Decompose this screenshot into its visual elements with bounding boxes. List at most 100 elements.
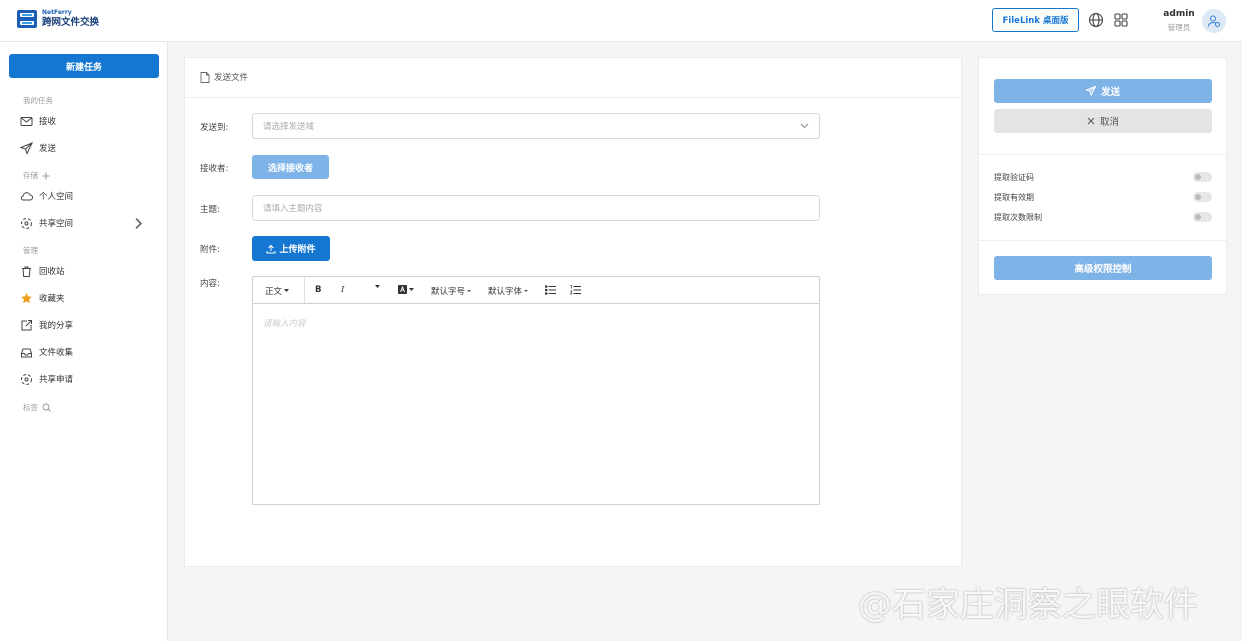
section-manage: 管理 — [23, 245, 38, 256]
verification-code-toggle[interactable] — [1193, 172, 1212, 182]
sidebar-item-send[interactable]: 发送 — [20, 138, 155, 158]
toolbar-divider — [304, 277, 305, 303]
send-options-panel: 发送 取消 提取验证码 提取有效期 提取次数限制 高级权限控制 — [978, 57, 1227, 295]
numbered-list-button[interactable] — [570, 285, 581, 295]
text-color-dropdown[interactable] — [375, 285, 380, 289]
editor-toolbar: 正文 B I 默认字号 默认字体 — [253, 277, 819, 304]
send-icon — [20, 141, 33, 155]
globe-icon[interactable] — [1088, 12, 1104, 28]
caret-down-icon — [409, 287, 414, 291]
sidebar-item-label: 共享申请 — [39, 375, 74, 385]
section-tags: 标签 — [23, 402, 51, 413]
rich-text-editor[interactable]: 正文 B I 默认字号 默认字体 请输入内容 — [252, 276, 820, 505]
sidebar-item-share-request[interactable]: 共享申请 — [20, 369, 155, 389]
sidebar-item-label: 共享空间 — [39, 219, 74, 229]
advanced-permission-button[interactable]: 高级权限控制 — [994, 256, 1212, 280]
caret-down-icon — [375, 285, 380, 288]
caret-down-icon — [284, 289, 290, 292]
send-button-label: 发送 — [1100, 87, 1120, 98]
top-header: NetFerry 跨网文件交换 FileLink 桌面版 admin 管理员 — [0, 0, 1242, 42]
new-task-button[interactable]: 新建任务 — [9, 54, 159, 78]
option-label: 提取验证码 — [994, 172, 1034, 182]
file-icon — [200, 71, 210, 83]
section-manage-label: 管理 — [23, 246, 38, 255]
font-family-dropdown[interactable]: 默认字体 — [488, 285, 529, 297]
sidebar: 新建任务 我的任务 接收 发送 存储 个人空间 共享空间 管理 回收站 收藏夹 … — [0, 42, 168, 641]
send-to-label: 发送到: — [200, 123, 229, 133]
subject-input[interactable]: 请填入主题内容 — [252, 195, 820, 221]
attachment-label: 附件: — [200, 245, 220, 255]
caret-down-icon — [524, 290, 529, 292]
close-icon — [1087, 117, 1095, 125]
section-my-tasks-label: 我的任务 — [23, 96, 53, 105]
send-button[interactable]: 发送 — [994, 79, 1212, 103]
send-icon — [1085, 86, 1096, 96]
filelink-desktop-button[interactable]: FileLink 桌面版 — [992, 8, 1079, 32]
page-title-text: 发送文件 — [214, 73, 249, 83]
sidebar-item-label: 文件收集 — [39, 348, 74, 358]
sidebar-item-label: 收藏夹 — [39, 294, 65, 304]
chevron-right-icon[interactable] — [132, 217, 145, 230]
sidebar-item-file-collection[interactable]: 文件收集 — [20, 342, 155, 362]
option-verification-code: 提取验证码 — [994, 170, 1212, 184]
sidebar-item-personal-space[interactable]: 个人空间 — [20, 186, 155, 206]
font-size-label: 默认字号 — [431, 287, 466, 297]
paragraph-style-label: 正文 — [265, 287, 283, 297]
apps-grid-icon[interactable] — [1113, 12, 1129, 28]
italic-button[interactable]: I — [341, 285, 344, 295]
sidebar-item-label: 我的分享 — [39, 321, 74, 331]
chevron-down-icon — [800, 123, 809, 129]
upload-icon — [266, 244, 276, 253]
section-tags-label: 标签 — [23, 403, 38, 412]
content-label: 内容: — [200, 279, 220, 289]
avatar[interactable] — [1202, 9, 1226, 33]
tag-search-icon[interactable] — [42, 403, 51, 412]
upload-attachment-label: 上传附件 — [279, 245, 316, 255]
option-download-limit: 提取次数限制 — [994, 210, 1212, 224]
cloud-icon — [20, 191, 33, 200]
logo-english-name: NetFerry — [42, 9, 72, 17]
inbox-icon — [21, 348, 32, 357]
logo-chinese-name: 跨网文件交换 — [42, 17, 100, 29]
sidebar-item-favorites[interactable]: 收藏夹 — [20, 288, 155, 308]
app-logo[interactable]: NetFerry 跨网文件交换 — [16, 9, 99, 29]
sidebar-item-shared-space[interactable]: 共享空间 — [20, 213, 155, 233]
background-color-dropdown[interactable] — [398, 285, 414, 294]
page-title: 发送文件 — [200, 71, 248, 83]
send-file-panel: 发送文件 发送到: 请选择发送域 接收者: 选择接收者 主题: 请填入主题内容 … — [184, 57, 962, 567]
sidebar-item-label: 个人空间 — [39, 192, 74, 202]
font-color-icon — [398, 285, 407, 294]
subject-label: 主题: — [200, 205, 220, 215]
cancel-button[interactable]: 取消 — [994, 109, 1212, 133]
share-request-icon — [21, 373, 32, 385]
section-storage-label: 存储 — [23, 171, 38, 180]
upload-attachment-button[interactable]: 上传附件 — [252, 236, 330, 261]
bold-button[interactable]: B — [315, 285, 321, 295]
options-divider — [979, 154, 1226, 155]
user-avatar-icon — [1208, 15, 1220, 27]
my-share-icon — [21, 319, 32, 330]
option-label: 提取次数限制 — [994, 212, 1042, 222]
paragraph-style-dropdown[interactable]: 正文 — [265, 285, 290, 297]
cancel-button-label: 取消 — [1099, 117, 1119, 128]
option-validity-period: 提取有效期 — [994, 190, 1212, 204]
subject-placeholder: 请填入主题内容 — [263, 204, 323, 214]
mail-icon — [20, 116, 33, 126]
validity-period-toggle[interactable] — [1193, 192, 1212, 202]
sidebar-item-my-shares[interactable]: 我的分享 — [20, 315, 155, 335]
user-name[interactable]: admin — [1162, 9, 1196, 19]
option-label: 提取有效期 — [994, 192, 1034, 202]
section-storage: 存储 — [23, 170, 50, 181]
section-my-tasks: 我的任务 — [23, 95, 53, 106]
select-recipient-button[interactable]: 选择接收者 — [252, 155, 329, 179]
download-limit-toggle[interactable] — [1193, 212, 1212, 222]
numbered-list-icon — [570, 285, 581, 295]
sidebar-item-receive[interactable]: 接收 — [20, 111, 155, 131]
add-icon[interactable] — [42, 172, 50, 180]
bulleted-list-button[interactable] — [545, 285, 556, 295]
sidebar-item-recycle-bin[interactable]: 回收站 — [20, 261, 155, 281]
font-size-dropdown[interactable]: 默认字号 — [431, 285, 472, 297]
editor-placeholder: 请输入内容 — [263, 319, 306, 329]
send-domain-select[interactable]: 请选择发送域 — [252, 113, 820, 139]
advanced-divider — [979, 240, 1226, 241]
